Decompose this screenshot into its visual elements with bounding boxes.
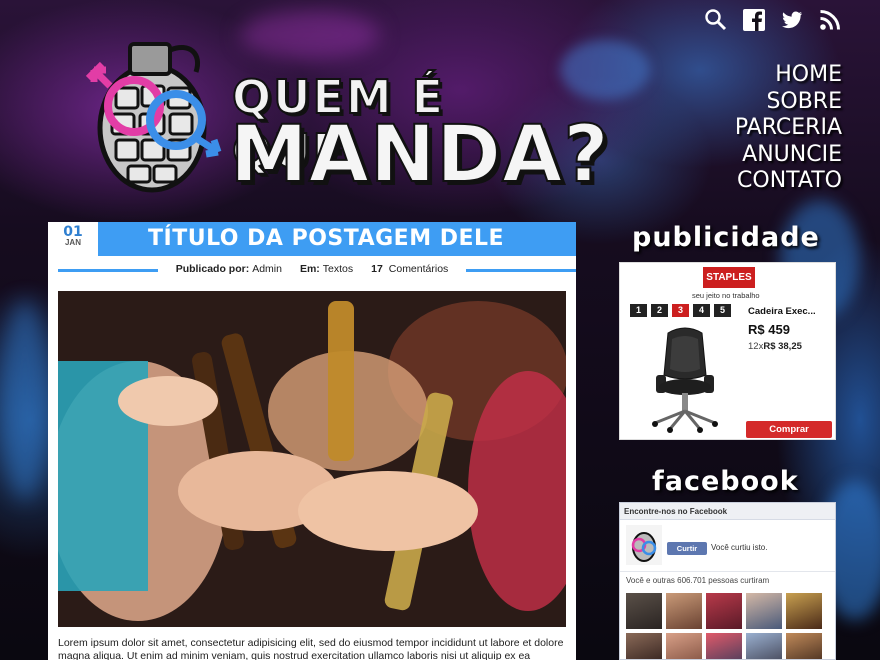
blog-post: 01 JAN TÍTULO DA POSTAGEM DELE Publicado… bbox=[48, 222, 576, 660]
post-category: Em: Textos bbox=[300, 263, 353, 275]
ad-section-title: publicidade bbox=[632, 222, 820, 253]
fan-avatar[interactable] bbox=[666, 633, 702, 659]
twitter-icon[interactable] bbox=[780, 8, 804, 32]
ad-installment: 12xR$ 38,25 bbox=[748, 341, 802, 352]
fb-like-button[interactable]: Curtir bbox=[667, 542, 707, 555]
author-label: Publicado por: bbox=[175, 263, 250, 275]
grenade-logo-icon bbox=[85, 42, 222, 193]
ad-widget[interactable]: STAPLES seu jeito no trabalho 1 2 3 4 5 … bbox=[619, 262, 836, 440]
category-link[interactable]: Textos bbox=[323, 263, 353, 275]
fb-page-row: Curtir Você curtiu isto. bbox=[620, 520, 835, 572]
ad-price: R$ 459 bbox=[748, 322, 790, 337]
ad-product-name[interactable]: Cadeira Exec... bbox=[748, 306, 816, 317]
post-title[interactable]: TÍTULO DA POSTAGEM DELE bbox=[148, 226, 504, 251]
ad-page-3[interactable]: 3 bbox=[672, 304, 689, 317]
nav-home[interactable]: HOME bbox=[735, 62, 842, 89]
search-icon[interactable] bbox=[704, 8, 728, 32]
installment-prefix: 12x bbox=[748, 341, 764, 352]
fb-fan-faces bbox=[620, 589, 835, 659]
facebook-widget: Encontre-nos no Facebook Curtir Você cur… bbox=[619, 502, 836, 660]
fan-avatar[interactable] bbox=[626, 593, 662, 629]
ad-page-2[interactable]: 2 bbox=[651, 304, 668, 317]
post-meta: Publicado por: Admin Em: Textos 17 Comentá… bbox=[48, 256, 576, 282]
facebook-icon[interactable] bbox=[742, 8, 766, 32]
ad-page-5[interactable]: 5 bbox=[714, 304, 731, 317]
main-nav: HOME SOBRE PARCERIA ANUNCIE CONTATO bbox=[735, 62, 842, 195]
party-photo-illustration bbox=[58, 291, 566, 627]
fan-avatar[interactable] bbox=[746, 593, 782, 629]
fb-like-count: Você e outras 606.701 pessoas curtiram bbox=[626, 576, 770, 585]
ad-tagline: seu jeito no trabalho bbox=[692, 291, 760, 300]
buy-button[interactable]: Comprar bbox=[746, 421, 832, 438]
fan-avatar[interactable] bbox=[786, 593, 822, 629]
category-label: Em: bbox=[299, 263, 320, 275]
post-featured-image[interactable] bbox=[58, 291, 566, 627]
nav-sobre[interactable]: SOBRE bbox=[735, 89, 842, 116]
fan-avatar[interactable] bbox=[626, 633, 662, 659]
logo-title-line2: MANDA? bbox=[229, 109, 610, 201]
installment-value: R$ 38,25 bbox=[763, 341, 802, 352]
facebook-section-title: facebook bbox=[652, 466, 799, 497]
date-month: JAN bbox=[64, 238, 81, 247]
nav-anuncie[interactable]: ANUNCIE bbox=[735, 142, 842, 169]
site-logo[interactable]: QUEM É QUE MANDA? bbox=[70, 28, 610, 208]
comments-label: Comentários bbox=[388, 263, 449, 275]
author-link[interactable]: Admin bbox=[252, 263, 282, 275]
post-author: Publicado por: Admin bbox=[176, 263, 282, 275]
date-badge: 01 JAN bbox=[48, 222, 98, 256]
fb-page-avatar[interactable] bbox=[626, 525, 662, 565]
rss-icon[interactable] bbox=[818, 8, 842, 32]
fan-avatar[interactable] bbox=[746, 633, 782, 659]
staples-logo: STAPLES bbox=[703, 267, 755, 288]
ad-page-4[interactable]: 4 bbox=[693, 304, 710, 317]
office-chair-image[interactable] bbox=[640, 323, 730, 433]
post-excerpt: Lorem ipsum dolor sit amet, consectetur … bbox=[58, 637, 564, 660]
nav-contato[interactable]: CONTATO bbox=[735, 168, 842, 195]
post-comments[interactable]: 17 Comentários bbox=[371, 263, 448, 275]
fan-avatar[interactable] bbox=[706, 633, 742, 659]
fan-avatar[interactable] bbox=[706, 593, 742, 629]
post-header: 01 JAN TÍTULO DA POSTAGEM DELE bbox=[48, 222, 576, 256]
fb-liked-text: Você curtiu isto. bbox=[711, 543, 768, 552]
ad-pager: 1 2 3 4 5 bbox=[630, 304, 731, 317]
social-icons bbox=[704, 8, 842, 32]
fb-widget-header: Encontre-nos no Facebook bbox=[620, 503, 835, 520]
nav-parceria[interactable]: PARCERIA bbox=[735, 115, 842, 142]
ad-page-1[interactable]: 1 bbox=[630, 304, 647, 317]
fan-avatar[interactable] bbox=[666, 593, 702, 629]
comments-count: 17 bbox=[371, 263, 383, 275]
fan-avatar[interactable] bbox=[786, 633, 822, 659]
